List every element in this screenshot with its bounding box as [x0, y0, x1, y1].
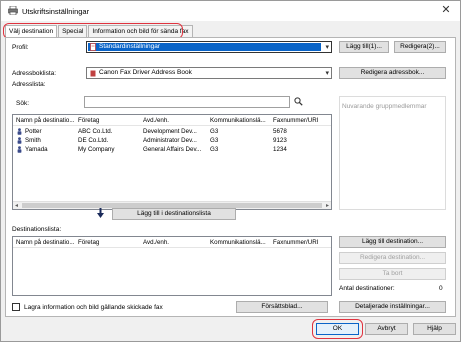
- help-button[interactable]: Hjälp: [413, 323, 456, 335]
- detailed-settings-button[interactable]: Detaljerade inställningar...: [339, 301, 446, 313]
- cell-name: Yamada: [25, 146, 48, 153]
- address-list-header: Namn på destinatio... Företag Avd./enh. …: [13, 115, 331, 126]
- save-fax-info-checkbox[interactable]: [12, 303, 20, 311]
- arrow-down-icon: [97, 208, 104, 218]
- cancel-button[interactable]: Avbryt: [365, 323, 408, 335]
- addressbook-label: Adressboklista:: [12, 70, 57, 77]
- destination-panel: Profil: Standardinställningar ▾ Lägg til…: [5, 37, 456, 317]
- cell-comm: G3: [210, 146, 219, 153]
- cell-name: Potter: [25, 128, 42, 135]
- close-icon[interactable]: ✕: [440, 4, 452, 16]
- table-row[interactable]: Smith DE Co.Ltd. Administrator Dev... G3…: [13, 137, 331, 145]
- destination-count-label: Antal destinationer:: [339, 285, 395, 292]
- destination-list-label: Destinationslista:: [12, 226, 62, 233]
- cell-fax: 1234: [273, 146, 287, 153]
- column-header[interactable]: Kommunikationslä...: [210, 117, 266, 124]
- add-to-destination-list-button[interactable]: Lägg till i destinationslista: [112, 208, 236, 220]
- scroll-right-icon[interactable]: ▸: [326, 202, 329, 209]
- addressbook-icon: [90, 70, 96, 77]
- title-bar: Utskriftsinställningar ✕: [1, 1, 460, 21]
- address-list-label: Adresslista:: [12, 81, 46, 88]
- column-header[interactable]: Avd./enh.: [143, 239, 169, 246]
- cell-name: Smith: [25, 137, 41, 144]
- profile-edit-button[interactable]: Redigera(2)...: [394, 41, 446, 53]
- destination-count-value: 0: [439, 285, 443, 292]
- cell-dept: General Affairs Dev...: [143, 146, 202, 153]
- search-label: Sök:: [16, 100, 30, 107]
- cell-company: ABC Co.Ltd.: [78, 128, 113, 135]
- user-icon: [17, 128, 22, 135]
- chevron-down-icon: ▾: [325, 44, 329, 51]
- profile-add-button[interactable]: Lägg till(1)...: [339, 41, 389, 53]
- user-icon: [17, 137, 22, 144]
- group-members-label: Nuvarande gruppmedlemmar: [342, 103, 427, 110]
- save-fax-info-label: Lagra information och bild gällande skic…: [24, 304, 163, 311]
- window-title: Utskriftsinställningar: [22, 7, 90, 16]
- cell-fax: 9123: [273, 137, 287, 144]
- column-header[interactable]: Företag: [78, 117, 99, 124]
- column-header[interactable]: Kommunikationslä...: [210, 239, 266, 246]
- cell-company: My Company: [78, 146, 115, 153]
- cell-dept: Development Dev...: [143, 128, 197, 135]
- addressbook-select[interactable]: Canon Fax Driver Address Book ▾: [86, 67, 332, 79]
- cover-sheet-button[interactable]: Försättsblad...: [236, 301, 328, 313]
- profile-select[interactable]: Standardinställningar ▾: [86, 41, 332, 53]
- print-settings-dialog: Utskriftsinställningar ✕ Välj destinatio…: [0, 0, 461, 342]
- cell-comm: G3: [210, 128, 219, 135]
- edit-destination-button[interactable]: Redigera destination...: [339, 252, 446, 264]
- destination-list-header: Namn på destinatio... Företag Avd./enh. …: [13, 237, 331, 248]
- table-row[interactable]: Yamada My Company General Affairs Dev...…: [13, 146, 331, 154]
- column-header[interactable]: Avd./enh.: [143, 117, 169, 124]
- profile-label: Profil:: [12, 44, 29, 51]
- cell-company: DE Co.Ltd.: [78, 137, 109, 144]
- column-header[interactable]: Faxnummer/URI: [273, 239, 318, 246]
- delete-destination-button[interactable]: Ta bort: [339, 268, 446, 280]
- cell-fax: 5678: [273, 128, 287, 135]
- search-input[interactable]: [84, 96, 290, 108]
- profile-value: Standardinställningar: [99, 43, 161, 50]
- address-list[interactable]: Namn på destinatio... Företag Avd./enh. …: [12, 114, 332, 210]
- user-icon: [17, 146, 22, 153]
- column-header[interactable]: Namn på destinatio...: [16, 117, 74, 124]
- cell-comm: G3: [210, 137, 219, 144]
- printer-icon: [8, 6, 18, 15]
- group-members-box: Nuvarande gruppmedlemmar: [339, 96, 446, 210]
- add-destination-button[interactable]: Lägg till destination...: [339, 236, 446, 248]
- profile-icon: [90, 43, 96, 51]
- search-icon[interactable]: [294, 97, 303, 106]
- chevron-down-icon: ▾: [325, 70, 329, 77]
- scroll-left-icon[interactable]: ◂: [15, 202, 18, 209]
- destination-list[interactable]: Namn på destinatio... Företag Avd./enh. …: [12, 236, 332, 296]
- table-row[interactable]: Potter ABC Co.Ltd. Development Dev... G3…: [13, 128, 331, 136]
- ok-button[interactable]: OK: [316, 323, 359, 335]
- cell-dept: Administrator Dev...: [143, 137, 197, 144]
- addressbook-value: Canon Fax Driver Address Book: [99, 69, 192, 76]
- column-header[interactable]: Faxnummer/URI: [273, 117, 318, 124]
- column-header[interactable]: Namn på destinatio...: [16, 239, 74, 246]
- edit-addressbook-button[interactable]: Redigera adressbok...: [339, 67, 446, 79]
- column-header[interactable]: Företag: [78, 239, 99, 246]
